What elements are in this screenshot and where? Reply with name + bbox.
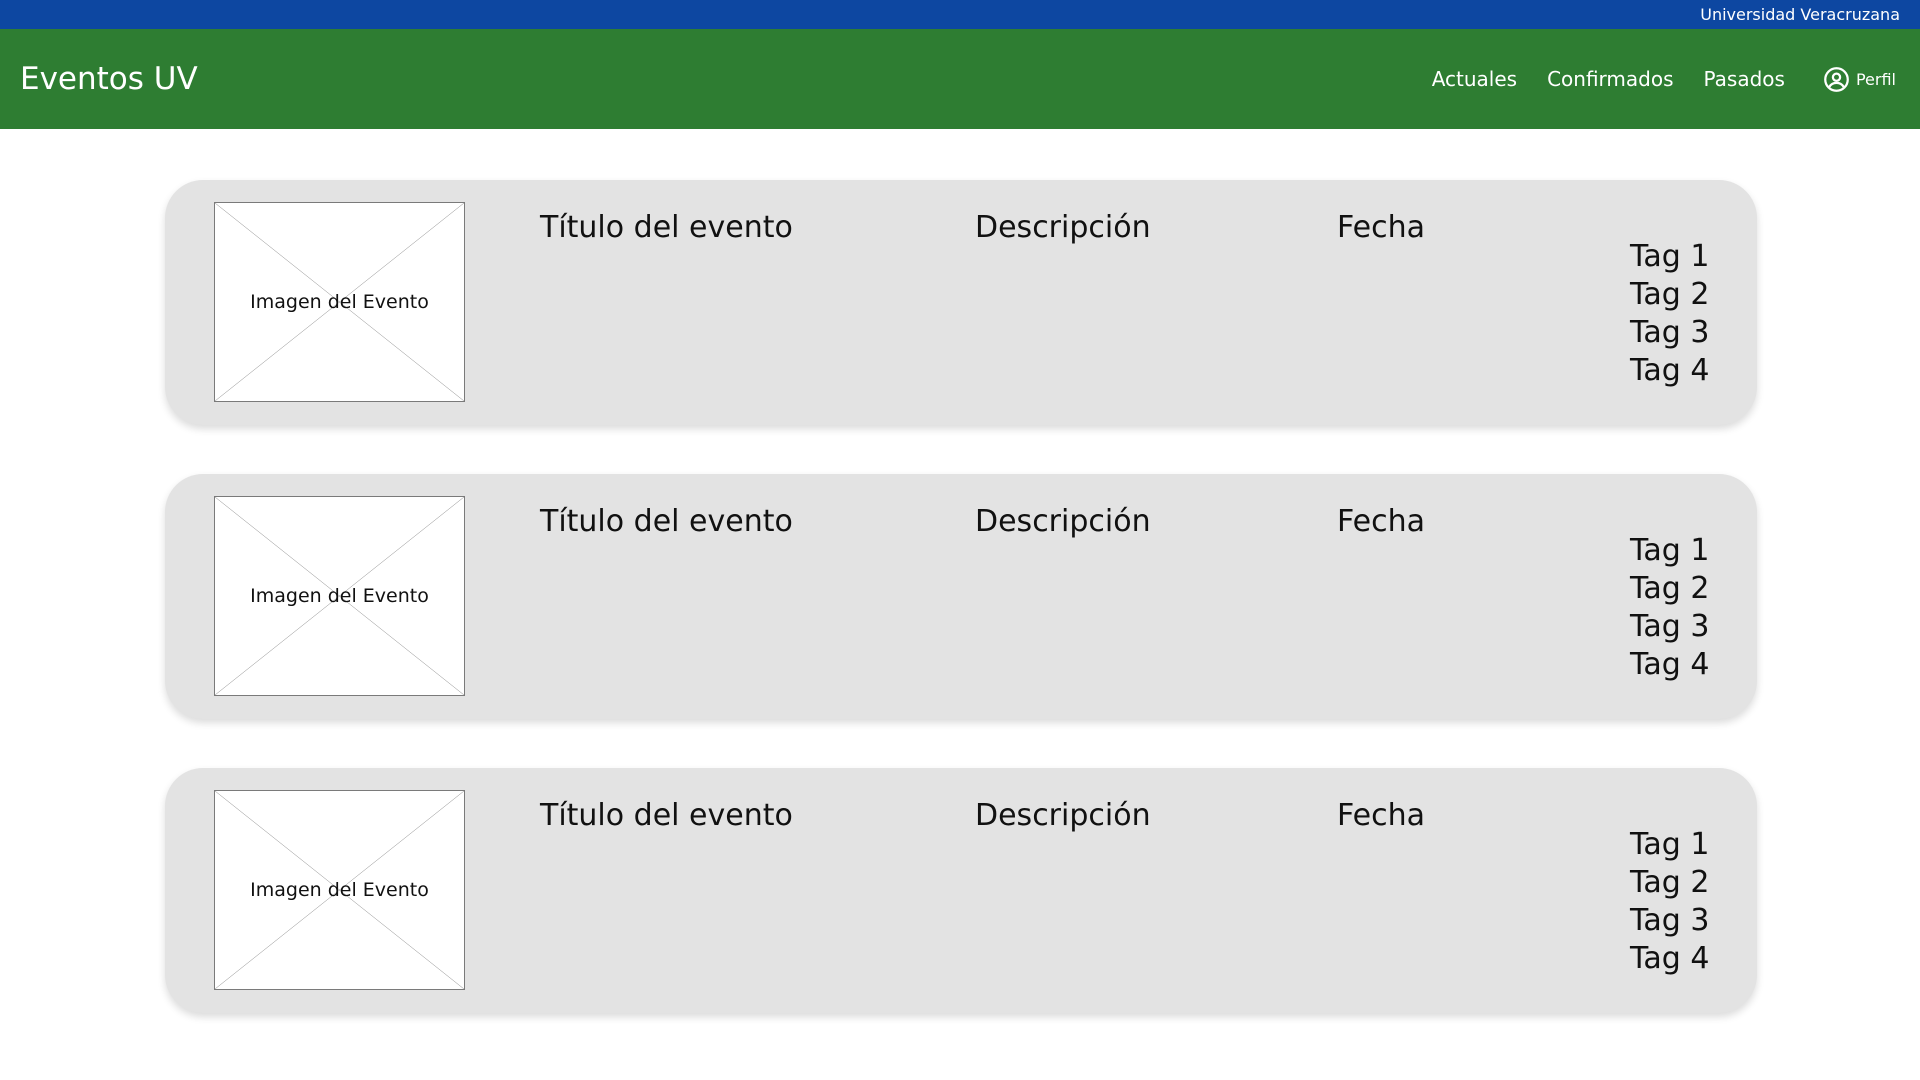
university-bar: Universidad Veracruzana [0,0,1920,29]
event-image-placeholder: Imagen del Evento [214,496,465,696]
event-image-placeholder: Imagen del Evento [214,202,465,402]
brand-title[interactable]: Eventos UV [20,61,198,97]
event-tags: Tag 1 Tag 2 Tag 3 Tag 4 [1630,238,1709,390]
main-navbar: Eventos UV Actuales Confirmados Pasados … [0,29,1920,129]
event-tag: Tag 2 [1630,571,1710,606]
event-description: Descripción [975,210,1151,245]
event-image-label: Imagen del Evento [250,585,429,607]
profile-link[interactable]: Perfil [1823,66,1896,93]
event-tag: Tag 2 [1630,865,1710,900]
nav-link-confirmados[interactable]: Confirmados [1547,67,1673,91]
event-image-label: Imagen del Evento [250,879,429,901]
event-tag: Tag 1 [1630,239,1710,274]
event-tag: Tag 1 [1630,827,1710,862]
event-tags: Tag 1 Tag 2 Tag 3 Tag 4 [1630,826,1709,978]
university-name: Universidad Veracruzana [1700,5,1900,24]
event-title: Título del evento [540,504,793,539]
event-date: Fecha [1337,210,1425,245]
event-title: Título del evento [540,798,793,833]
event-card[interactable]: Imagen del Evento Título del evento Desc… [165,474,1757,719]
event-description: Descripción [975,798,1151,833]
event-tag: Tag 4 [1630,353,1710,388]
event-tag: Tag 4 [1630,647,1710,682]
event-date: Fecha [1337,798,1425,833]
event-image-label: Imagen del Evento [250,291,429,313]
event-tag: Tag 1 [1630,533,1710,568]
event-tag: Tag 3 [1630,903,1710,938]
event-tag: Tag 3 [1630,609,1710,644]
event-tags: Tag 1 Tag 2 Tag 3 Tag 4 [1630,532,1709,684]
event-date: Fecha [1337,504,1425,539]
event-tag: Tag 3 [1630,315,1710,350]
event-title: Título del evento [540,210,793,245]
user-circle-icon [1824,66,1849,92]
event-card[interactable]: Imagen del Evento Título del evento Desc… [165,180,1757,425]
event-tag: Tag 4 [1630,941,1710,976]
profile-label: Perfil [1855,69,1896,89]
nav-link-pasados[interactable]: Pasados [1704,67,1785,91]
nav-link-actuales[interactable]: Actuales [1432,67,1517,91]
event-tag: Tag 2 [1630,277,1710,312]
event-description: Descripción [975,504,1151,539]
event-card[interactable]: Imagen del Evento Título del evento Desc… [165,768,1757,1013]
nav-links: Actuales Confirmados Pasados Perfil [1402,66,1896,93]
event-image-placeholder: Imagen del Evento [214,790,465,990]
